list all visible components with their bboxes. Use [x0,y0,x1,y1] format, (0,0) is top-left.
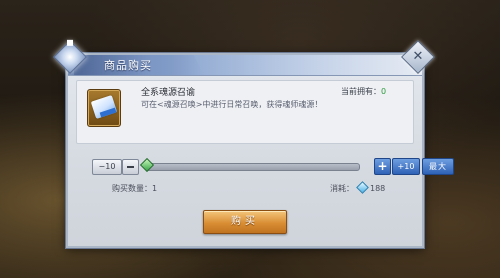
minus-ten-button[interactable]: −10 [92,159,122,175]
dialog-title-bar: 商品购买 [68,55,422,76]
minus-icon [127,166,134,168]
item-description: 可在<魂源召唤>中进行日常召唤，获得魂师魂源！ [141,100,323,109]
diamond-icon [356,181,369,194]
purchase-quantity: 购买数量：1 [112,183,157,194]
gem-sparkle [67,39,73,46]
cost-value: 188 [370,184,386,193]
plus-ten-button[interactable]: +10 [392,158,420,175]
plus-button[interactable]: + [374,158,391,175]
buy-button[interactable]: 购买 [203,210,287,234]
owned-count: 当前拥有：0 [341,86,386,97]
dialog-title: 商品购买 [104,59,152,72]
scroll-icon [87,89,121,127]
quantity-selector: −10 + +10 最大 [92,157,454,175]
quantity-label: 购买数量： [112,184,152,193]
max-button[interactable]: 最大 [422,158,454,175]
owned-label: 当前拥有： [341,87,381,96]
purchase-cost: 消耗： 188 [330,181,386,194]
item-info-panel: 全系魂源召谕 当前拥有：0 可在<魂源召唤>中进行日常召唤，获得魂师魂源！ [76,80,414,144]
quantity-value: 1 [152,184,158,193]
quantity-slider[interactable] [146,163,360,171]
cost-label: 消耗： [330,184,354,193]
close-icon: ✕ [412,49,424,64]
minus-button[interactable] [122,159,139,175]
item-name: 全系魂源召谕 [141,88,196,98]
owned-value: 0 [381,87,387,96]
purchase-dialog: 商品购买 ✕ 全系魂源召谕 当前拥有：0 可在<魂源召唤>中进行日常召唤，获得魂… [53,39,454,248]
